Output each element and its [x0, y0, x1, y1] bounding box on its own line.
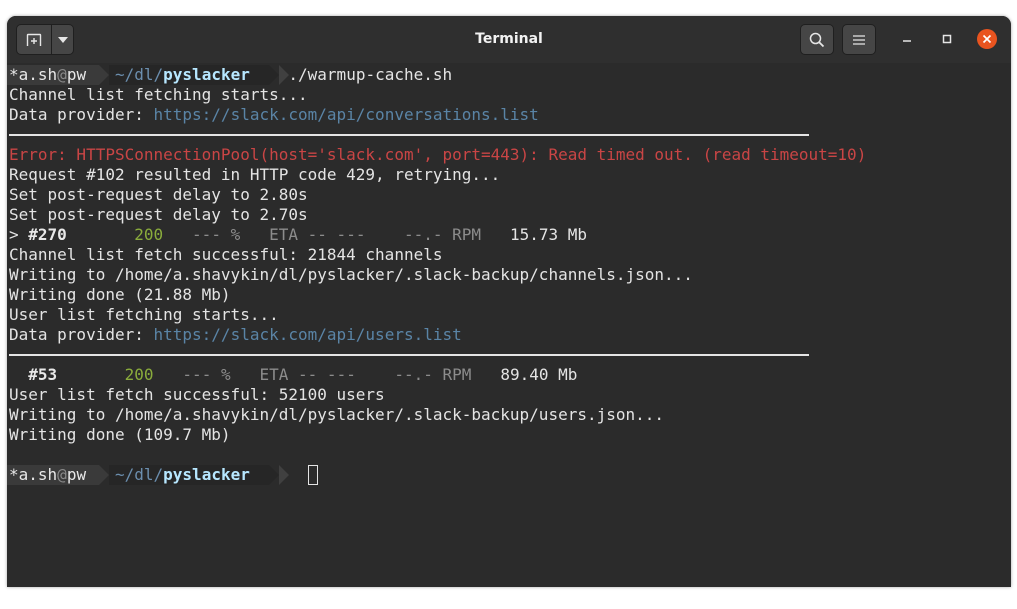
output-line: Writing to /home/a.shavykin/dl/pyslacker… — [9, 265, 693, 284]
output-line: Set post-request delay to 2.70s — [9, 205, 308, 224]
output-line: Data provider: https://slack.com/api/con… — [9, 105, 539, 125]
progress-id: #53 — [28, 365, 58, 384]
prompt-line: *a.sh@pw ~/dl/pyslacker — [9, 465, 250, 485]
output-line: Writing to /home/a.shavykin/dl/pyslacker… — [9, 405, 665, 424]
url-link[interactable]: https://slack.com/api/users.list — [154, 325, 462, 344]
prompt-line: *a.sh@pw ~/dl/pyslacker ./warmup-cache.s… — [9, 65, 452, 85]
maximize-button[interactable] — [938, 30, 956, 48]
progress-eta: ETA -- --- — [259, 365, 356, 384]
search-button[interactable] — [800, 24, 834, 55]
prompt-user: *a.sh — [9, 65, 58, 84]
http-status: 200 — [124, 365, 154, 384]
output-label: Data provider: — [9, 325, 154, 344]
prompt-path-dir: pyslacker — [163, 65, 250, 84]
progress-rpm: --.- RPM — [394, 365, 472, 384]
output-label: Data provider: — [9, 105, 154, 124]
command-text: ./warmup-cache.sh — [288, 65, 453, 84]
progress-divider — [9, 354, 809, 356]
output-line: User list fetch successful: 52100 users — [9, 385, 385, 404]
close-icon — [982, 34, 992, 44]
progress-percent: --- % — [192, 225, 241, 244]
maximize-icon — [942, 34, 952, 44]
tab-dropdown-button[interactable] — [51, 24, 74, 55]
minimize-icon — [903, 40, 911, 42]
terminal-output[interactable]: *a.sh@pw ~/dl/pyslacker ./warmup-cache.s… — [7, 63, 1011, 587]
output-line: Data provider: https://slack.com/api/use… — [9, 325, 462, 345]
progress-divider — [9, 134, 809, 136]
prompt-at: @ — [57, 465, 67, 484]
prompt-at: @ — [57, 65, 67, 84]
minimize-button[interactable] — [898, 30, 916, 48]
prompt-separator — [279, 465, 289, 485]
new-tab-icon — [26, 33, 42, 46]
output-line: Writing done (109.7 Mb) — [9, 425, 231, 444]
http-status: 200 — [134, 225, 164, 244]
prompt-host: pw — [66, 65, 87, 84]
progress-line: > #270 200 --- % ETA -- --- --.- RPM 15.… — [9, 225, 587, 245]
url-link[interactable]: https://slack.com/api/conversations.list — [154, 105, 539, 124]
new-tab-button[interactable] — [16, 24, 52, 55]
hamburger-menu-icon — [853, 34, 865, 45]
progress-size: 15.73 Mb — [509, 225, 588, 244]
prompt-path-dir: pyslacker — [163, 465, 250, 484]
titlebar[interactable]: Terminal — [7, 16, 1011, 63]
progress-line: #53 200 --- % ETA -- --- --.- RPM 89.40 … — [9, 365, 577, 385]
prompt-user: *a.sh — [9, 465, 58, 484]
progress-size: 89.40 Mb — [500, 365, 578, 384]
output-line: Set post-request delay to 2.80s — [9, 185, 308, 204]
output-line: Channel list fetch successful: 21844 cha… — [9, 245, 443, 264]
progress-percent: --- % — [182, 365, 231, 384]
prompt-separator — [269, 465, 279, 485]
error-line: Error: HTTPSConnectionPool(host='slack.c… — [9, 145, 867, 164]
menu-button[interactable] — [842, 24, 876, 55]
prompt-host: pw — [66, 465, 87, 484]
output-line: Channel list fetching starts... — [9, 85, 308, 104]
prompt-path-prefix: ~/dl/ — [114, 465, 164, 484]
chevron-down-icon — [57, 36, 68, 43]
close-button[interactable] — [977, 29, 997, 49]
prompt-path-prefix: ~/dl/ — [114, 65, 164, 84]
search-icon — [809, 32, 825, 47]
progress-eta: ETA -- --- — [269, 225, 366, 244]
text-cursor[interactable] — [308, 465, 318, 485]
output-line: Request #102 resulted in HTTP code 429, … — [9, 165, 501, 184]
output-line: User list fetching starts... — [9, 305, 279, 324]
progress-prefix: > — [9, 225, 29, 244]
output-line: Writing done (21.88 Mb) — [9, 285, 231, 304]
terminal-window: Terminal *a.sh@pw ~/dl/pyslacker ./warmu… — [7, 16, 1011, 587]
progress-rpm: --.- RPM — [403, 225, 482, 244]
progress-id: #270 — [28, 225, 67, 244]
